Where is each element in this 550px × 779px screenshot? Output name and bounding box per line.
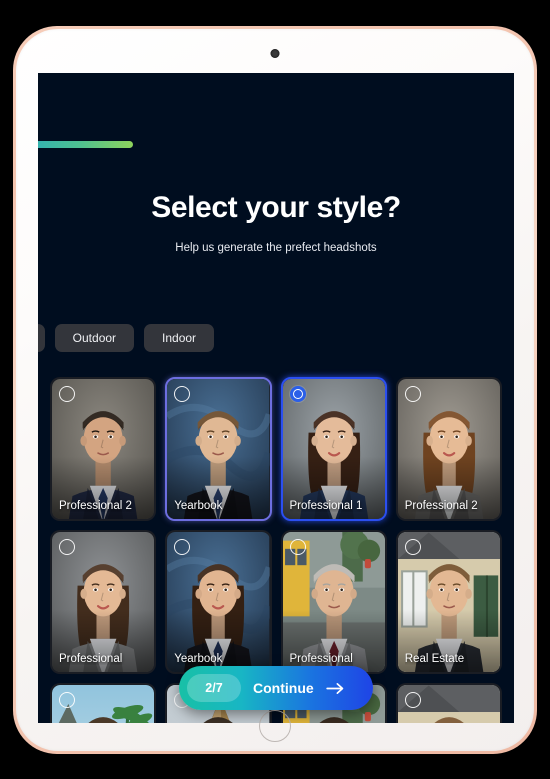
radio-unselected-icon[interactable] xyxy=(404,539,421,555)
radio-unselected-icon[interactable] xyxy=(289,539,306,555)
filter-chip-indoor[interactable]: Indoor xyxy=(144,324,215,352)
radio-selected-icon[interactable] xyxy=(289,386,306,402)
radio-unselected-icon[interactable] xyxy=(404,386,421,402)
style-card-label: Professional xyxy=(289,653,353,665)
progress-bar-track xyxy=(38,141,514,148)
continue-button-label: Continue xyxy=(253,680,314,696)
device-stage: Select your style? Help us generate the … xyxy=(0,0,550,779)
radio-unselected-icon[interactable] xyxy=(59,692,75,708)
filter-chip-partial[interactable] xyxy=(38,324,45,352)
progress-bar-fill xyxy=(38,141,134,148)
style-card[interactable]: Professional xyxy=(50,530,157,674)
style-card[interactable]: Yearbook xyxy=(165,377,272,521)
page-title: Select your style? xyxy=(151,191,401,224)
filter-chip-row[interactable]: Outdoor Indoor xyxy=(38,324,514,352)
style-card[interactable]: Professional 2 xyxy=(50,377,157,521)
style-card-label: Professional 1 xyxy=(289,500,363,512)
front-camera-icon xyxy=(270,49,280,58)
style-card-label: Professional 2 xyxy=(59,500,132,512)
step-counter-badge: 2/7 xyxy=(187,674,241,702)
page-subtitle: Help us generate the prefect headshots xyxy=(175,242,377,254)
style-card[interactable]: Professional xyxy=(280,530,387,674)
style-card-label: Professional xyxy=(59,653,123,665)
style-card[interactable]: Yearbook xyxy=(165,530,272,674)
style-card-label: Real Estate xyxy=(404,653,465,665)
tablet-body: Select your style? Help us generate the … xyxy=(16,29,534,751)
style-card[interactable]: Professional 2 xyxy=(395,377,502,521)
style-card[interactable]: Professional 1 xyxy=(280,377,387,521)
style-card-label: Professional 2 xyxy=(404,500,478,512)
style-card[interactable] xyxy=(395,683,502,723)
style-card[interactable] xyxy=(50,683,157,723)
filter-chip-outdoor[interactable]: Outdoor xyxy=(54,324,135,352)
home-button[interactable] xyxy=(259,710,291,742)
style-card-label: Yearbook xyxy=(174,500,223,512)
arrow-right-icon xyxy=(325,682,345,695)
app-screen: Select your style? Help us generate the … xyxy=(38,73,514,723)
continue-button[interactable]: 2/7 Continue xyxy=(179,666,373,710)
style-card-label: Yearbook xyxy=(174,653,223,665)
header-block: Select your style? Help us generate the … xyxy=(38,191,514,254)
bottom-cta-container: 2/7 Continue xyxy=(179,666,373,710)
radio-unselected-icon[interactable] xyxy=(404,692,421,708)
style-card[interactable]: Real Estate xyxy=(395,530,502,674)
tablet-frame: Select your style? Help us generate the … xyxy=(13,26,537,754)
radio-unselected-icon[interactable] xyxy=(59,386,75,402)
radio-unselected-icon[interactable] xyxy=(59,539,75,555)
